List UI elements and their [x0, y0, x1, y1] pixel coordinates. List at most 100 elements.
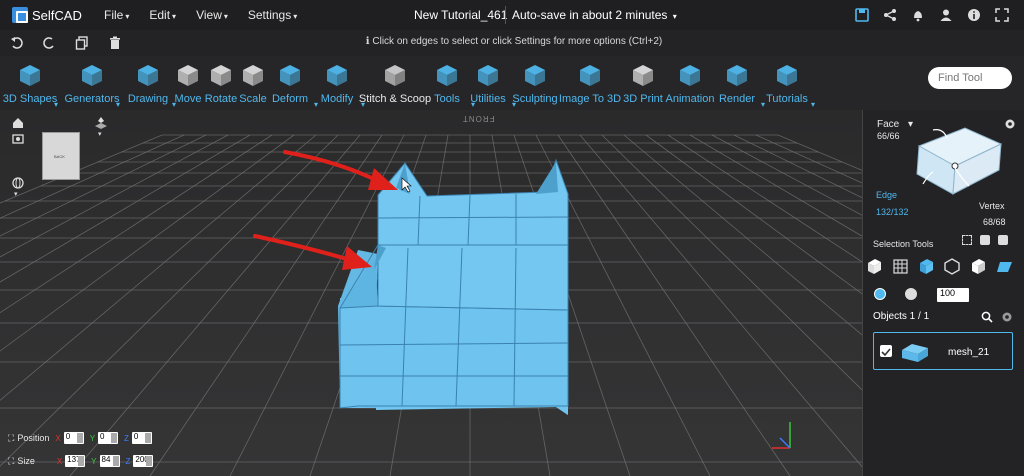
face-mode-dropdown[interactable]: Face ▾ — [877, 119, 913, 130]
notification-bell-icon[interactable] — [910, 7, 926, 23]
utilities-icon — [475, 62, 501, 88]
size-x-input[interactable]: 137 — [65, 455, 86, 467]
find-tool-input[interactable] — [928, 67, 1012, 89]
objects-settings-icon[interactable] — [1001, 310, 1013, 322]
face-count: 66/66 — [877, 131, 900, 141]
save-icon[interactable] — [854, 7, 870, 23]
view-cube-label: BACK — [54, 154, 65, 159]
tool-utilities[interactable]: Utilities ▾ — [462, 62, 516, 109]
selfcad-logo[interactable]: SelfCAD — [12, 7, 82, 23]
render-icon — [724, 62, 750, 88]
size-x-label: X — [56, 456, 63, 466]
brush-circle-icon[interactable] — [874, 288, 886, 300]
front-label: FRONT — [462, 114, 495, 123]
select-grid-icon[interactable] — [892, 258, 909, 275]
tool-3d-shapes[interactable]: 3D Shapes ▾ — [3, 62, 58, 109]
tool-label: Deform — [271, 93, 309, 105]
position-y-label: Y — [89, 433, 96, 443]
menu-bar: SelfCAD File ▾ Edit ▾ View ▾ Settings ▾ New … — [0, 0, 1024, 30]
select-cube-outline-icon[interactable] — [970, 258, 987, 275]
search-objects-icon[interactable] — [981, 310, 993, 323]
sculpting-icon — [522, 62, 548, 88]
stitch-scoop-icon — [382, 62, 408, 88]
tool-stitch-scoop[interactable]: Stitch & Scoop — [359, 62, 431, 105]
tool-label: Modify — [320, 93, 354, 105]
tool-3d-print[interactable]: 3D Print — [617, 62, 669, 105]
select-loop-icon[interactable] — [918, 258, 935, 275]
hint-text: Click on edges to select or click Settin… — [372, 36, 663, 47]
tool-generators[interactable]: Generators ▾ — [64, 62, 120, 109]
tool-render[interactable]: Render ▾ — [711, 62, 765, 109]
select-object-icon[interactable] — [980, 235, 990, 245]
document-title[interactable]: New Tutorial_461 — [414, 8, 507, 22]
tool-image-to-3d[interactable]: Image To 3D — [559, 62, 621, 105]
size-z-label: Z — [125, 456, 131, 466]
hint-bar: ℹ Click on edges to select or click Sett… — [0, 36, 1024, 47]
selection-panel: Face ▾ 66/66 Edge 132/132 Vertex 68/68 S… — [862, 110, 1024, 476]
tool-label: 3D Print — [623, 93, 663, 105]
tool-modify[interactable]: Modify ▾ — [311, 62, 365, 109]
size-z-input[interactable]: 200 — [133, 455, 154, 467]
position-row: ⛶ Position X 0 Y 0 Z 0 — [8, 432, 152, 444]
3d-shapes-icon — [17, 62, 43, 88]
info-icon[interactable] — [966, 7, 982, 23]
brush-size-stepper[interactable]: 100 — [937, 288, 969, 302]
share-icon[interactable] — [882, 7, 898, 23]
tool-tutorials[interactable]: Tutorials ▾ — [761, 62, 815, 109]
position-z-input[interactable]: 0 — [131, 432, 152, 444]
size-row: ⛶ Size X 137 Y 84 Z 200 — [8, 455, 154, 467]
user-icon[interactable] — [938, 7, 954, 23]
globe-dropdown-icon[interactable]: ▾ — [14, 190, 18, 198]
select-faces-icon[interactable] — [866, 258, 883, 275]
tool-deform[interactable]: Deform ▾ — [264, 62, 318, 109]
tools-icon — [434, 62, 460, 88]
vertex-mode-label[interactable]: Vertex — [979, 201, 1005, 211]
tool-label: Tools — [434, 93, 460, 105]
tutorials-icon — [774, 62, 800, 88]
animation-icon — [677, 62, 703, 88]
edge-mode-label[interactable]: Edge — [876, 190, 897, 200]
selection-mode-cube-icon[interactable] — [909, 124, 1005, 204]
logo-text: SelfCAD — [32, 7, 82, 23]
transform-gizmo-icon[interactable] — [95, 116, 107, 129]
box-select-icon[interactable] — [962, 235, 972, 245]
select-ring-icon[interactable] — [944, 258, 961, 275]
size-y-label: Y — [91, 456, 97, 466]
menu-file[interactable]: File ▾ — [104, 8, 129, 22]
generators-icon — [79, 62, 105, 88]
selfcad-app: SelfCAD File ▾ Edit ▾ View ▾ Settings ▾ New … — [0, 0, 1024, 476]
objects-title: Objects 1 / 1 — [873, 311, 930, 322]
menubar-right-icons — [854, 7, 1010, 23]
position-icon: ⛶ — [8, 432, 15, 443]
settings-gear-icon[interactable] — [1004, 117, 1016, 129]
select-plane-icon[interactable] — [996, 258, 1013, 275]
3d-print-icon — [630, 62, 656, 88]
size-icon: ⛶ — [8, 455, 15, 466]
position-x-input[interactable]: 0 — [63, 432, 84, 444]
view-cube[interactable]: BACK — [42, 132, 80, 180]
object-list-item[interactable]: mesh_21 — [873, 332, 1013, 370]
select-all-icon[interactable] — [998, 235, 1008, 245]
fullscreen-icon[interactable] — [994, 7, 1010, 23]
object-visibility-checkbox[interactable] — [880, 345, 892, 357]
scene-svg — [0, 110, 862, 476]
size-y-input[interactable]: 84 — [99, 455, 120, 467]
globe-icon[interactable] — [12, 176, 24, 189]
camera-view-icon[interactable] — [12, 132, 24, 144]
tool-dropdown-icon: ▾ — [115, 100, 120, 109]
menu-edit[interactable]: Edit ▾ — [149, 8, 176, 22]
autosave-dropdown[interactable]: Auto-save in about 2 minutes ▾ — [512, 8, 677, 22]
tool-animation[interactable]: Animation — [664, 62, 716, 105]
brush-sphere-icon[interactable] — [905, 288, 917, 300]
deform-icon — [277, 62, 303, 88]
menu-view[interactable]: View ▾ — [196, 8, 228, 22]
home-view-icon[interactable] — [12, 116, 24, 128]
edge-count: 132/132 — [876, 207, 909, 217]
tool-sculpting[interactable]: Sculpting — [509, 62, 561, 105]
3d-viewport[interactable]: ▾ ▾ BACK FRONT — [0, 110, 862, 476]
tool-label: Render — [718, 93, 756, 105]
mesh-thumbnail-icon — [902, 344, 928, 362]
menu-settings[interactable]: Settings ▾ — [248, 8, 297, 22]
gizmo-dropdown-icon[interactable]: ▾ — [98, 130, 102, 138]
position-y-input[interactable]: 0 — [98, 432, 119, 444]
